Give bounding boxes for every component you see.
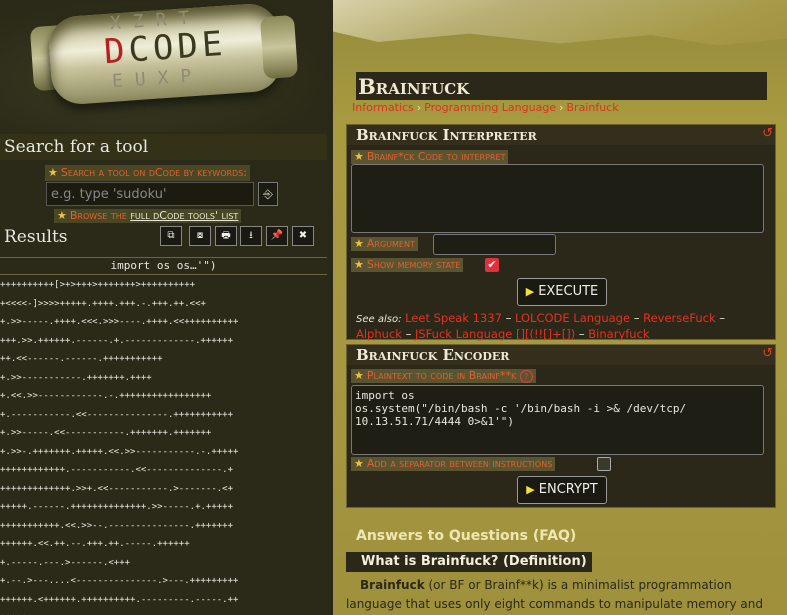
- code-textarea[interactable]: [351, 164, 764, 233]
- result-line: ++++++.<++++++.++++++++++.---------.----…: [0, 594, 239, 605]
- result-line: +.>>-----.++++.<<<.>>>----.++++.<<++++++…: [0, 317, 239, 327]
- memory-label: ★ Show memory state: [351, 258, 464, 272]
- browse-prefix: Browse the: [69, 209, 127, 222]
- breadcrumb-item-programming[interactable]: Programming Language: [424, 101, 556, 114]
- result-line: +.>>-.+++++++.+++++.<<.>>-----------.-.+…: [0, 446, 239, 457]
- see-also-link-reversefuck[interactable]: ReverseFuck: [643, 311, 715, 325]
- page-title-bar: Brainfuck: [356, 72, 767, 100]
- argument-input[interactable]: [433, 234, 556, 255]
- result-line: ++++++.<<.++.--.+++.++.-----.++++++: [0, 539, 190, 549]
- copy-icon[interactable]: ⧉: [160, 226, 182, 246]
- separator-label-text: Add a separator between instructions: [366, 457, 553, 470]
- result-line: +.-----.---.>------.<+++: [0, 557, 131, 568]
- result-line: ++++++++++[>+>+++>+++++++>++++++++++: [0, 280, 196, 290]
- page-title: Brainfuck: [358, 74, 470, 99]
- star-icon: ★: [48, 166, 58, 179]
- search-heading: Search for a tool: [0, 134, 327, 160]
- star-icon: ★: [354, 150, 364, 163]
- logo-text-first: D: [102, 30, 130, 73]
- faq-question: What is Brainfuck? (Definition): [346, 552, 592, 572]
- result-code: ++++++++++[>+>+++>+++++++>++++++++++ +<<<…: [0, 276, 327, 615]
- encoder-title: Brainfuck Encoder: [347, 345, 775, 365]
- interpreter-title: Brainfuck Interpreter: [347, 125, 775, 145]
- close-icon[interactable]: ✖: [292, 226, 314, 246]
- header-decoration: [333, 0, 787, 46]
- plaintext-textarea[interactable]: import os os.system("/bin/bash -c '/bin/…: [351, 385, 764, 455]
- execute-button-label: EXECUTE: [538, 284, 599, 299]
- see-also-link-lolcode[interactable]: LOLCODE Language: [515, 311, 630, 325]
- search-submit-button[interactable]: ⎆: [258, 182, 278, 206]
- pin-icon[interactable]: 📌: [266, 226, 288, 246]
- dcode-logo[interactable]: XZRT DCODE EUXP: [0, 0, 327, 132]
- result-line: +<<<<-]>>>>+++++.++++.+++.-.+++.++.<<+: [0, 298, 206, 309]
- main-content: Brainfuck Informatics › Programming Langua…: [333, 0, 787, 615]
- play-icon: ▶: [525, 285, 535, 298]
- result-line: +.<<.>>------------.-.+++++++++++++++++: [0, 391, 212, 401]
- encoder-section: Brainfuck Encoder ↺ ★ Plaintext to code i…: [346, 344, 776, 508]
- refresh-icon[interactable]: ↺: [762, 127, 773, 141]
- code-label: ★ Brainf*ck Code to interpret: [351, 150, 509, 164]
- see-also-label: See also:: [356, 314, 402, 325]
- search-keywords-text: Search a tool on dCode by keywords:: [60, 166, 248, 179]
- see-also: See also: Leet Speak 1337 – LOLCODE Lang…: [356, 311, 726, 341]
- plaintext-label-text: Plaintext to code in Brainf**k: [366, 369, 517, 382]
- star-icon: ★: [354, 457, 364, 470]
- breadcrumb-separator-icon: ›: [559, 101, 564, 114]
- refresh-icon[interactable]: ↺: [762, 347, 773, 361]
- star-icon: ★: [354, 237, 364, 250]
- execute-button[interactable]: ▶ EXECUTE: [517, 278, 607, 306]
- print-icon[interactable]: 🖶: [215, 226, 237, 246]
- browse-full-list-link[interactable]: full dCode tools' list: [130, 209, 238, 222]
- faq-answer: Brainfuck (or BF or Brainf**k) is a mini…: [346, 576, 786, 615]
- result-title: import os os…'"): [0, 258, 327, 275]
- argument-label-text: Argument: [366, 237, 415, 250]
- breadcrumb-item-brainfuck[interactable]: Brainfuck: [567, 101, 619, 114]
- star-icon: ★: [354, 258, 364, 271]
- separator-label: ★ Add a separator between instructions: [351, 457, 556, 471]
- result-line: ++.<<------.------.+++++++++++: [0, 354, 163, 364]
- interpreter-section: Brainfuck Interpreter ↺ ★ Brainf*ck Code …: [346, 124, 776, 341]
- logo-cap-right: [259, 14, 299, 80]
- see-also-link-alphuck[interactable]: Alphuck: [356, 327, 402, 341]
- separator-checkbox[interactable]: [597, 457, 611, 471]
- encrypt-button[interactable]: ▶ ENCRYPT: [517, 476, 607, 504]
- result-line: +.>>-----.<<-----------.+++++++.+++++++: [0, 428, 212, 438]
- breadcrumb-separator-icon: ›: [416, 101, 422, 114]
- result-line: +.-----------.<<---------------.++++++++…: [0, 409, 233, 420]
- result-line: +.>>-----------.+++++++.++++: [0, 372, 152, 383]
- breadcrumb-item-informatics[interactable]: Informatics: [352, 101, 414, 114]
- save-icon[interactable]: ⧇: [189, 226, 211, 246]
- result-line: +++++.------.++++++++++++++.>>-----.+.++…: [0, 502, 233, 512]
- see-also-link-jsfuck[interactable]: JSFuck Language [][(!![]+[]): [415, 327, 575, 341]
- code-label-text: Brainf*ck Code to interpret: [366, 150, 506, 163]
- browse-tools-link[interactable]: ★ Browse the full dCode tools' list: [54, 209, 242, 223]
- result-output: import os os…'") ++++++++++[>+>+++>+++++…: [0, 257, 327, 615]
- star-icon: ★: [57, 209, 67, 222]
- search-keywords-label: ★ Search a tool on dCode by keywords:: [45, 165, 251, 181]
- result-line: +++++++++++.<<.>>--.---------------.++++…: [0, 520, 233, 531]
- result-line: +++++++++++++.>>+.<<-----------.>-------…: [0, 483, 233, 494]
- plaintext-label: ★ Plaintext to code in Brainf**k ?: [351, 369, 536, 383]
- play-icon: ▶: [526, 483, 535, 496]
- result-line: +++.>>.++++++.------.+.-------------.+++…: [0, 335, 233, 346]
- faq-heading: Answers to Questions (FAQ): [356, 528, 577, 544]
- help-icon[interactable]: ?: [519, 370, 533, 383]
- search-input[interactable]: e.g. type 'sudoku': [46, 182, 254, 206]
- argument-label: ★ Argument: [351, 237, 418, 251]
- result-line: ++++++++++++.-----------.<<-------------…: [0, 465, 233, 475]
- result-line: ++++++.: [0, 609, 327, 615]
- left-sidebar: XZRT DCODE EUXP Search for a tool ★ Searc…: [0, 0, 327, 615]
- memory-label-text: Show memory state: [366, 258, 461, 271]
- see-also-link-binaryfuck[interactable]: Binaryfuck: [588, 327, 649, 341]
- breadcrumb: Informatics › Programming Language › Brainfu…: [352, 101, 619, 115]
- encrypt-button-label: ENCRYPT: [538, 482, 598, 497]
- memory-checkbox[interactable]: ✔: [485, 258, 499, 272]
- result-line: +.--.>---....<---------------.>---.+++++…: [0, 576, 239, 586]
- logo-text: DCODE: [103, 24, 228, 72]
- faq-answer-bold: Brainfuck: [360, 578, 425, 592]
- logo-text-rest: CODE: [127, 23, 228, 71]
- download-icon[interactable]: ⭳: [240, 226, 262, 246]
- star-icon: ★: [354, 369, 364, 382]
- see-also-link-leet[interactable]: Leet Speak 1337: [405, 311, 502, 325]
